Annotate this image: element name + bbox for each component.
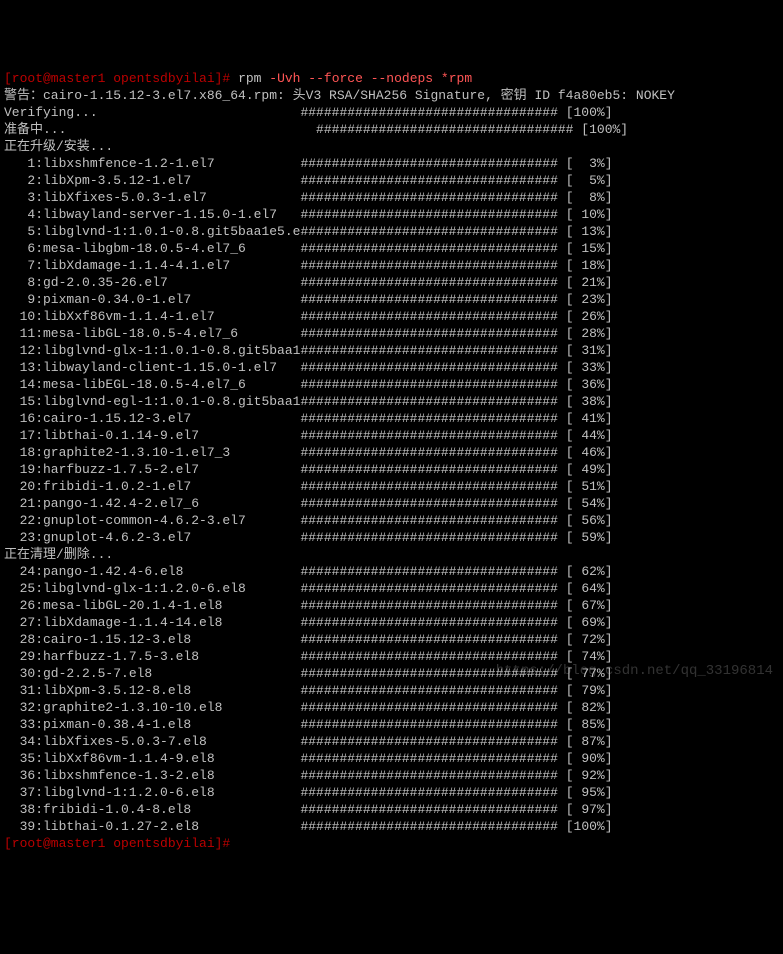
- progress-row: 16:cairo-1.15.12-3.el7 #################…: [4, 410, 779, 427]
- progress-row: 21:pango-1.42.4-2.el7_6 ################…: [4, 495, 779, 512]
- progress-row: 35:libXxf86vm-1.1.4-9.el8 ##############…: [4, 750, 779, 767]
- progress-row: 30:gd-2.2.5-7.el8 ######################…: [4, 665, 779, 682]
- progress-row: 38:fribidi-1.0.4-8.el8 #################…: [4, 801, 779, 818]
- progress-row: 28:cairo-1.15.12-3.el8 #################…: [4, 631, 779, 648]
- cleanup-header: 正在清理/删除...: [4, 546, 779, 563]
- progress-row: 39:libthai-0.1.27-2.el8 ################…: [4, 818, 779, 835]
- progress-row: 14:mesa-libEGL-18.0.5-4.el7_6 ##########…: [4, 376, 779, 393]
- progress-row: 12:libglvnd-glx-1:1.0.1-0.8.git5baa1####…: [4, 342, 779, 359]
- progress-row: 27:libXdamage-1.1.4-14.el8 #############…: [4, 614, 779, 631]
- progress-row: 13:libwayland-client-1.15.0-1.el7 ######…: [4, 359, 779, 376]
- progress-row: 24:pango-1.42.4-6.el8 ##################…: [4, 563, 779, 580]
- progress-row: 6:mesa-libgbm-18.0.5-4.el7_6 ###########…: [4, 240, 779, 257]
- progress-row: 26:mesa-libGL-20.1.4-1.el8 #############…: [4, 597, 779, 614]
- progress-row: 22:gnuplot-common-4.6.2-3.el7 ##########…: [4, 512, 779, 529]
- progress-row: 23:gnuplot-4.6.2-3.el7 #################…: [4, 529, 779, 546]
- progress-row: 15:libglvnd-egl-1:1.0.1-0.8.git5baa1####…: [4, 393, 779, 410]
- prompt-line: [root@master1 opentsdbyilai]# rpm -Uvh -…: [4, 70, 779, 87]
- progress-row: 5:libglvnd-1:1.0.1-0.8.git5baa1e5.e#####…: [4, 223, 779, 240]
- progress-row: 37:libglvnd-1:1.2.0-6.el8 ##############…: [4, 784, 779, 801]
- preparing-line: 准备中... #################################…: [4, 121, 779, 138]
- progress-row: 31:libXpm-3.5.12-8.el8 #################…: [4, 682, 779, 699]
- progress-row: 3:libXfixes-5.0.3-1.el7 ################…: [4, 189, 779, 206]
- progress-row: 7:libXdamage-1.1.4-4.1.el7 #############…: [4, 257, 779, 274]
- warning-line: 警告：cairo-1.15.12-3.el7.x86_64.rpm: 头V3 R…: [4, 87, 779, 104]
- progress-row: 25:libglvnd-glx-1:1.2.0-6.el8 ##########…: [4, 580, 779, 597]
- end-prompt-line[interactable]: [root@master1 opentsdbyilai]#: [4, 835, 779, 852]
- progress-row: 29:harfbuzz-1.7.5-3.el8 ################…: [4, 648, 779, 665]
- progress-row: 8:gd-2.0.35-26.el7 #####################…: [4, 274, 779, 291]
- progress-row: 9:pixman-0.34.0-1.el7 ##################…: [4, 291, 779, 308]
- progress-row: 34:libXfixes-5.0.3-7.el8 ###############…: [4, 733, 779, 750]
- verifying-line: Verifying... ###########################…: [4, 104, 779, 121]
- progress-row: 11:mesa-libGL-18.0.5-4.el7_6 ###########…: [4, 325, 779, 342]
- progress-row: 17:libthai-0.1.14-9.el7 ################…: [4, 427, 779, 444]
- progress-row: 32:graphite2-1.3.10-10.el8 #############…: [4, 699, 779, 716]
- progress-row: 18:graphite2-1.3.10-1.el7_3 ############…: [4, 444, 779, 461]
- progress-row: 20:fribidi-1.0.2-1.el7 #################…: [4, 478, 779, 495]
- upgrade-header: 正在升级/安装...: [4, 138, 779, 155]
- progress-row: 33:pixman-0.38.4-1.el8 #################…: [4, 716, 779, 733]
- progress-row: 10:libXxf86vm-1.1.4-1.el7 ##############…: [4, 308, 779, 325]
- progress-row: 1:libxshmfence-1.2-1.el7 ###############…: [4, 155, 779, 172]
- progress-row: 19:harfbuzz-1.7.5-2.el7 ################…: [4, 461, 779, 478]
- progress-row: 2:libXpm-3.5.12-1.el7 ##################…: [4, 172, 779, 189]
- progress-row: 36:libxshmfence-1.3-2.el8 ##############…: [4, 767, 779, 784]
- terminal-output[interactable]: [root@master1 opentsdbyilai]# rpm -Uvh -…: [4, 70, 779, 852]
- progress-row: 4:libwayland-server-1.15.0-1.el7 #######…: [4, 206, 779, 223]
